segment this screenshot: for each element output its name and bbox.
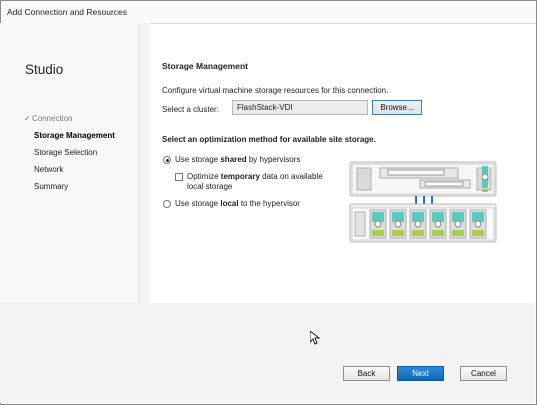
shared-text-bold: shared <box>220 155 247 164</box>
local-text-post: to the hypervisor <box>238 199 300 208</box>
optimization-heading: Select an optimization method for availa… <box>162 135 376 144</box>
back-button[interactable]: Back <box>343 366 390 381</box>
sidebar-item-connection[interactable]: ✓Connection <box>24 114 72 123</box>
shared-storage-label[interactable]: Use storage shared by hypervisors <box>175 155 300 165</box>
cluster-label: Select a cluster: <box>162 105 219 114</box>
sidebar-panel <box>0 23 139 303</box>
sidebar-item-storage-management[interactable]: Storage Management <box>34 131 115 140</box>
next-button[interactable]: Next <box>397 366 444 381</box>
shared-text-pre: Use storage <box>175 155 221 164</box>
sidebar-item-storage-selection[interactable]: Storage Selection <box>34 148 97 157</box>
optimize-temporary-label[interactable]: Optimize temporary data on available loc… <box>187 172 323 192</box>
optimize-temporary-checkbox[interactable] <box>175 173 183 181</box>
local-storage-radio[interactable] <box>163 200 171 208</box>
local-storage-label[interactable]: Use storage local to the hypervisor <box>175 199 300 209</box>
window-title: Add Connection and Resources <box>7 7 128 17</box>
local-text-pre: Use storage <box>175 199 221 208</box>
mouse-cursor-icon <box>310 331 320 345</box>
cluster-field[interactable]: FlashStack-VDI <box>232 100 368 115</box>
shared-text-post: by hypervisors <box>246 155 301 164</box>
browse-button[interactable]: Browse... <box>372 100 422 115</box>
page-description: Configure virtual machine storage resour… <box>162 86 389 95</box>
local-text-bold: local <box>220 199 239 208</box>
page-title: Storage Management <box>162 61 248 71</box>
shared-storage-illustration <box>349 161 497 243</box>
sidebar-item-summary[interactable]: Summary <box>34 182 68 191</box>
temp-text-pre: Optimize <box>187 172 221 181</box>
app-name: Studio <box>25 62 64 77</box>
footer-bar <box>0 303 535 403</box>
sidebar-item-network[interactable]: Network <box>34 165 63 174</box>
cancel-button[interactable]: Cancel <box>460 366 507 381</box>
shared-storage-radio[interactable] <box>163 156 171 164</box>
title-bar: Add Connection and Resources <box>1 1 536 24</box>
checkmark-icon: ✓ <box>24 114 31 123</box>
sidebar-item-label: Connection <box>32 114 73 123</box>
temp-text-line2: local storage <box>187 182 233 191</box>
temp-text-post: data on available <box>259 172 323 181</box>
temp-text-bold: temporary <box>220 172 260 181</box>
